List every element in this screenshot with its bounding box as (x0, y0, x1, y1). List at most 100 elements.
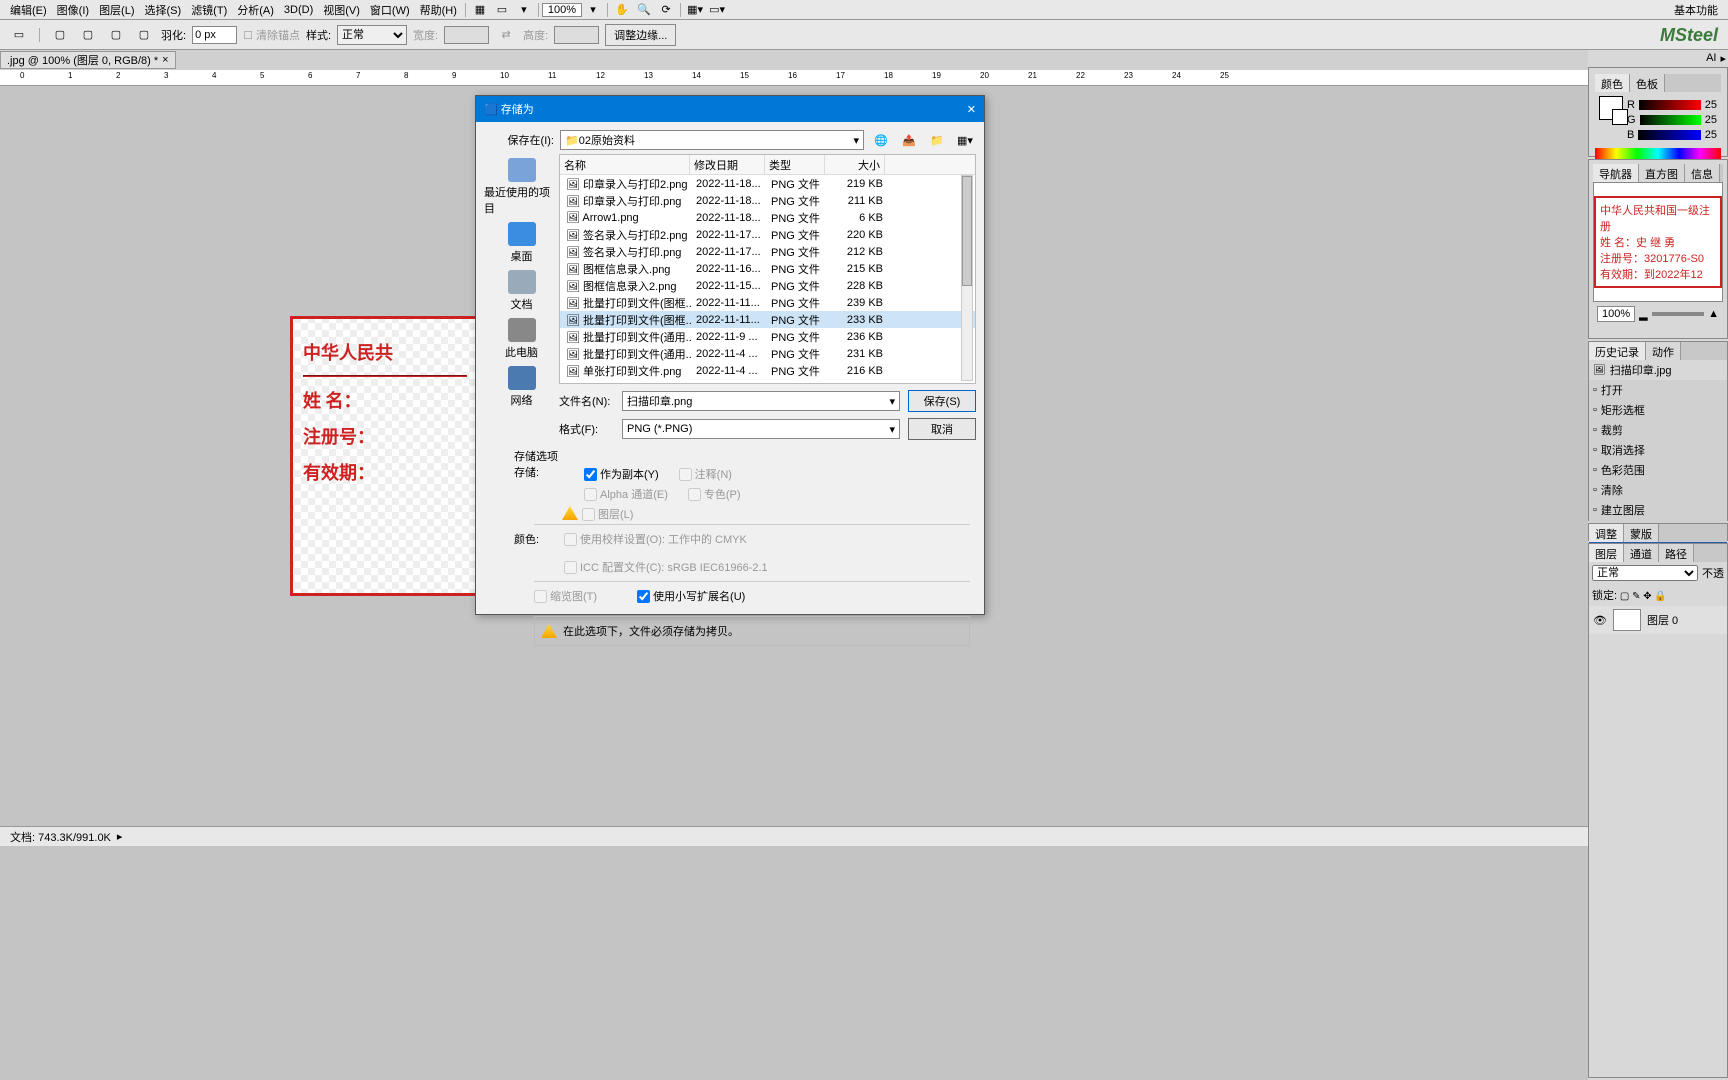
subtract-selection-icon[interactable]: ▢ (107, 26, 125, 44)
file-row[interactable]: 🖼 单张打印到文件.png2022-11-4 ...PNG 文件216 KB (560, 362, 975, 379)
menu-help[interactable]: 帮助(H) (415, 2, 462, 18)
tab-color[interactable]: 颜色 (1595, 74, 1630, 92)
marquee-tool-icon[interactable]: ▭ (10, 26, 28, 44)
place-documents[interactable]: 文档 (508, 270, 536, 312)
status-arrow-icon[interactable]: ▸ (117, 830, 123, 843)
menu-window[interactable]: 窗口(W) (365, 2, 415, 18)
add-selection-icon[interactable]: ▢ (79, 26, 97, 44)
g-slider[interactable] (1640, 115, 1701, 125)
refine-edge-button[interactable]: 调整边缘... (605, 24, 676, 46)
history-item[interactable]: ▫矩形选框 (1589, 400, 1727, 420)
feather-input[interactable] (192, 26, 237, 44)
intersect-selection-icon[interactable]: ▢ (135, 26, 153, 44)
file-row[interactable]: 🖼 印章录入与打印2.png2022-11-18...PNG 文件219 KB (560, 175, 975, 192)
history-item[interactable]: ▫建立图层 (1589, 500, 1727, 520)
tab-adjustments[interactable]: 调整 (1589, 524, 1624, 542)
file-row[interactable]: 🖼 签名录入与打印.png2022-11-17...PNG 文件212 KB (560, 243, 975, 260)
hand-tool-icon[interactable]: ✋ (613, 1, 631, 19)
navigator-thumbnail[interactable]: 中华人民共和国一级注册姓 名：史 继 勇注册号：3201776-S0有效期：到2… (1593, 182, 1723, 302)
history-snapshot[interactable]: 🖼 扫描印章.jpg (1589, 360, 1727, 380)
menu-edit[interactable]: 编辑(E) (5, 2, 52, 18)
file-row[interactable]: 🖼 签名录入与打印2.png2022-11-17...PNG 文件220 KB (560, 226, 975, 243)
close-tab-icon[interactable]: × (162, 54, 168, 66)
tab-info[interactable]: 信息 (1685, 164, 1720, 182)
mini-bridge-icon[interactable]: ▭ (493, 1, 511, 19)
place-network[interactable]: 网络 (508, 366, 536, 408)
menu-select[interactable]: 选择(S) (140, 2, 187, 18)
history-item[interactable]: ▫打开 (1589, 380, 1727, 400)
tab-channels[interactable]: 通道 (1624, 544, 1659, 562)
menu-layer[interactable]: 图层(L) (94, 2, 139, 18)
tab-masks[interactable]: 蒙版 (1624, 524, 1659, 542)
file-row[interactable]: 🖼 图框信息录入2.png2022-11-15...PNG 文件228 KB (560, 277, 975, 294)
tab-navigator[interactable]: 导航器 (1593, 164, 1639, 182)
format-combo[interactable]: PNG (*.PNG)▾ (622, 419, 900, 439)
lowercase-checkbox[interactable]: 使用小写扩展名(U) (637, 588, 745, 604)
tab-layers[interactable]: 图层 (1589, 544, 1624, 562)
style-select[interactable]: 正常 (337, 25, 407, 45)
file-row[interactable]: 🖼 印章录入与打印.png2022-11-18...PNG 文件211 KB (560, 192, 975, 209)
history-item[interactable]: ▫取消选择 (1589, 440, 1727, 460)
folder-combo[interactable]: 📁 02原始资料▾ (560, 130, 864, 150)
menu-filter[interactable]: 滤镜(T) (186, 2, 232, 18)
layer-name[interactable]: 图层 0 (1647, 612, 1678, 628)
history-item[interactable]: ▫色彩范围 (1589, 460, 1727, 480)
ai-icon[interactable]: AI (1706, 52, 1716, 65)
new-folder-icon[interactable]: 📁 (928, 131, 946, 149)
screen-mode-icon[interactable]: ▭▾ (708, 1, 726, 19)
file-list-header[interactable]: 名称修改日期类型大小 (560, 155, 975, 175)
filename-input[interactable]: 扫描印章.png▾ (622, 391, 900, 411)
file-row[interactable]: 🖼 批量打印到文件(通用...2022-11-4 ...PNG 文件231 KB (560, 345, 975, 362)
back-icon[interactable]: 🌐 (872, 131, 890, 149)
tab-paths[interactable]: 路径 (1659, 544, 1694, 562)
zoom-out-icon[interactable]: ▂ (1639, 308, 1647, 321)
menu-3d[interactable]: 3D(D) (279, 4, 318, 16)
tab-history[interactable]: 历史记录 (1589, 342, 1646, 360)
tab-swatches[interactable]: 色板 (1630, 74, 1665, 92)
place-computer[interactable]: 此电脑 (505, 318, 538, 360)
new-selection-icon[interactable]: ▢ (51, 26, 69, 44)
close-dialog-icon[interactable]: ✕ (967, 103, 976, 116)
menu-image[interactable]: 图像(I) (52, 2, 94, 18)
menu-view[interactable]: 视图(V) (318, 2, 365, 18)
blend-mode-select[interactable]: 正常 (1592, 565, 1698, 581)
visibility-icon[interactable]: 👁 (1593, 614, 1607, 627)
history-item[interactable]: ▫清除 (1589, 480, 1727, 500)
file-row[interactable]: 🖼 批量打印到文件(图框...2022-11-11...PNG 文件233 KB (560, 311, 975, 328)
file-row[interactable]: 🖼 批量打印到文件(图框...2022-11-11...PNG 文件239 KB (560, 294, 975, 311)
file-list[interactable]: 名称修改日期类型大小 🖼 印章录入与打印2.png2022-11-18...PN… (559, 154, 976, 384)
tab-actions[interactable]: 动作 (1646, 342, 1681, 360)
fg-bg-swatch[interactable] (1599, 96, 1623, 120)
zoom-level[interactable]: 100% (542, 3, 582, 17)
zoom-in-icon[interactable]: ▲ (1708, 308, 1719, 320)
collapse-icon[interactable]: ▸ (1720, 52, 1726, 65)
history-item[interactable]: ▫裁剪 (1589, 420, 1727, 440)
tab-histogram[interactable]: 直方图 (1639, 164, 1685, 182)
workspace-essentials[interactable]: 基本功能 (1669, 2, 1723, 18)
launch-bridge-icon[interactable]: ▦ (471, 1, 489, 19)
save-button[interactable]: 保存(S) (908, 390, 976, 412)
file-row[interactable]: 🖼 Arrow1.png2022-11-18...PNG 文件6 KB (560, 209, 975, 226)
up-icon[interactable]: 📤 (900, 131, 918, 149)
arrange-icon[interactable]: ▦▾ (686, 1, 704, 19)
layer-row[interactable]: 👁 图层 0 (1589, 606, 1727, 634)
cancel-button[interactable]: 取消 (908, 418, 976, 440)
r-slider[interactable] (1639, 100, 1701, 110)
extras-icon[interactable]: ▾ (515, 1, 533, 19)
document-tab[interactable]: .jpg @ 100% (图层 0, RGB/8) * × (0, 51, 176, 69)
file-row[interactable]: 🖼 批量打印到文件(通用...2022-11-9 ...PNG 文件236 KB (560, 328, 975, 345)
zoom-slider[interactable] (1652, 312, 1705, 316)
place-desktop[interactable]: 桌面 (508, 222, 536, 264)
rotate-view-icon[interactable]: ⟳ (657, 1, 675, 19)
b-slider[interactable] (1638, 130, 1700, 140)
nav-zoom-value[interactable]: 100% (1597, 306, 1635, 322)
place-recent[interactable]: 最近使用的项目 (484, 158, 559, 216)
zoom-tool-icon[interactable]: 🔍 (635, 1, 653, 19)
view-menu-icon[interactable]: ▦▾ (956, 131, 974, 149)
file-list-scrollbar[interactable] (961, 175, 973, 381)
file-row[interactable]: 🖼 图框信息录入.png2022-11-16...PNG 文件215 KB (560, 260, 975, 277)
as-copy-checkbox[interactable]: 作为副本(Y) (584, 466, 659, 482)
menu-analysis[interactable]: 分析(A) (232, 2, 279, 18)
layer-thumbnail[interactable] (1613, 609, 1641, 631)
feather-label: 羽化: (161, 27, 186, 43)
